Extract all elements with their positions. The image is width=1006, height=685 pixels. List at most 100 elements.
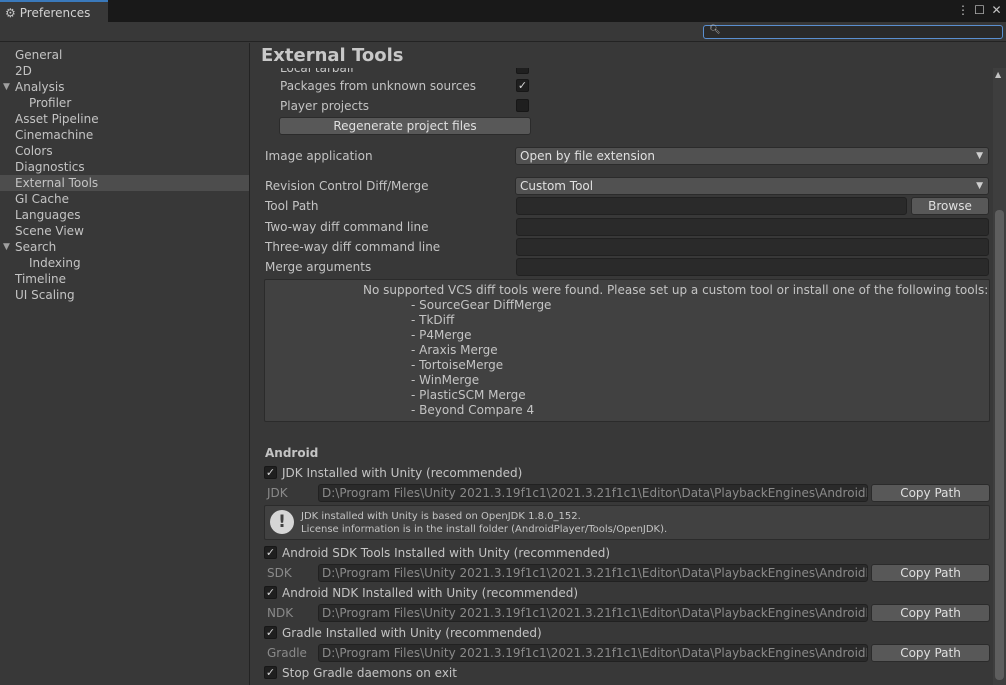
main-panel: Local tarball External Tools Packages fr…	[251, 43, 1006, 685]
sidebar-item-general[interactable]: General	[0, 47, 249, 63]
sidebar-item-label: Profiler	[29, 96, 72, 110]
close-icon[interactable]: ✕	[991, 3, 1002, 17]
sdk-copy-path-button[interactable]: Copy Path	[871, 564, 990, 582]
sidebar-item-ui-scaling[interactable]: UI Scaling	[0, 287, 249, 303]
vcs-tool-item: - SourceGear DiffMerge	[411, 298, 552, 312]
vcs-tool-item: - WinMerge	[411, 373, 480, 387]
expand-arrow-icon[interactable]: ▼	[3, 239, 10, 255]
image-application-value: Open by file extension	[520, 149, 655, 163]
sidebar-item-label: 2D	[15, 64, 32, 78]
packages-unknown-checkbox[interactable]: ✓	[516, 79, 529, 92]
gradle-installed-checkbox[interactable]: ✓	[264, 626, 277, 639]
browse-button[interactable]: Browse	[911, 197, 989, 215]
jdk-info-box: ! JDK installed with Unity is based on O…	[264, 505, 990, 540]
sdk-path-field: D:\Program Files\Unity 2021.3.19f1c1\202…	[318, 564, 868, 582]
ndk-path-label: NDK	[267, 606, 294, 620]
jdk-info-line: JDK installed with Unity is based on Ope…	[301, 511, 581, 522]
preferences-tab[interactable]: ⚙ Preferences	[0, 0, 108, 23]
ndk-installed-checkbox[interactable]: ✓	[264, 586, 277, 599]
revision-control-value: Custom Tool	[520, 179, 594, 193]
ndk-copy-path-button[interactable]: Copy Path	[871, 604, 990, 622]
vcs-tool-item: - Beyond Compare 4	[411, 403, 535, 417]
player-projects-checkbox[interactable]	[516, 99, 529, 112]
stop-gradle-checkbox[interactable]: ✓	[264, 666, 277, 679]
ndk-path-field: D:\Program Files\Unity 2021.3.19f1c1\202…	[318, 604, 868, 622]
sidebar-item-languages[interactable]: Languages	[0, 207, 249, 223]
expand-arrow-icon[interactable]: ▼	[3, 79, 10, 95]
sidebar-item-label: GI Cache	[15, 192, 69, 206]
search-input[interactable]: 🔍︎	[703, 25, 1003, 39]
sidebar-item-external-tools[interactable]: External Tools	[0, 175, 249, 191]
sidebar-item-asset-pipeline[interactable]: Asset Pipeline	[0, 111, 249, 127]
search-icon: 🔍︎	[709, 25, 721, 35]
vcs-tool-item: - TortoiseMerge	[411, 358, 504, 372]
sidebar-item-label: Asset Pipeline	[15, 112, 99, 126]
revision-control-dropdown[interactable]: Custom Tool ▼	[515, 177, 989, 195]
sidebar-item-label: UI Scaling	[15, 288, 75, 302]
title-bar: ⚙ Preferences ⋮ ☐ ✕	[0, 0, 1006, 23]
maximize-icon[interactable]: ☐	[974, 3, 985, 17]
vcs-tool-item: - P4Merge	[411, 328, 472, 342]
android-section-title: Android	[265, 446, 319, 460]
sidebar-item-label: Languages	[15, 208, 81, 222]
vcs-tool-item: - PlasticSCM Merge	[411, 388, 526, 402]
tool-path-label: Tool Path	[265, 199, 319, 213]
vertical-scrollbar[interactable]: ▲	[993, 68, 1006, 685]
sidebar-item-profiler[interactable]: Profiler	[0, 95, 249, 111]
jdk-info-line: License information is in the install fo…	[301, 524, 668, 535]
sidebar-item-cinemachine[interactable]: Cinemachine	[0, 127, 249, 143]
sdk-installed-checkbox[interactable]: ✓	[264, 546, 277, 559]
vcs-help-message: No supported VCS diff tools were found. …	[363, 283, 989, 297]
scrollbar-thumb[interactable]	[995, 210, 1004, 680]
sidebar-item-label: Diagnostics	[15, 160, 85, 174]
sidebar-item-gi-cache[interactable]: GI Cache	[0, 191, 249, 207]
sidebar-item-label: Cinemachine	[15, 128, 94, 142]
gear-icon: ⚙	[5, 5, 16, 20]
sidebar-item-analysis[interactable]: ▼ Analysis	[0, 79, 249, 95]
image-application-dropdown[interactable]: Open by file extension ▼	[515, 147, 989, 165]
ndk-installed-label: Android NDK Installed with Unity (recomm…	[282, 586, 579, 600]
merge-arguments-input[interactable]	[516, 258, 989, 276]
gradle-installed-label: Gradle Installed with Unity (recommended…	[282, 626, 542, 640]
jdk-installed-checkbox[interactable]: ✓	[264, 466, 277, 479]
player-projects-label: Player projects	[280, 99, 370, 113]
sidebar-item-scene-view[interactable]: Scene View	[0, 223, 249, 239]
jdk-path-field: D:\Program Files\Unity 2021.3.19f1c1\202…	[318, 484, 868, 502]
three-way-diff-label: Three-way diff command line	[265, 240, 441, 254]
jdk-copy-path-button[interactable]: Copy Path	[871, 484, 990, 502]
sidebar-item-label: Colors	[15, 144, 53, 158]
merge-arguments-label: Merge arguments	[265, 260, 372, 274]
vcs-help-box: No supported VCS diff tools were found. …	[264, 279, 990, 422]
sidebar-item-label: Search	[15, 240, 57, 254]
sdk-path-label: SDK	[267, 566, 292, 580]
jdk-installed-label: JDK Installed with Unity (recommended)	[282, 466, 523, 480]
chevron-down-icon: ▼	[976, 181, 983, 191]
chevron-down-icon: ▼	[976, 151, 983, 161]
tab-title: Preferences	[19, 5, 91, 20]
regenerate-project-files-button[interactable]: Regenerate project files	[279, 117, 531, 135]
sdk-installed-label: Android SDK Tools Installed with Unity (…	[282, 546, 611, 560]
three-way-diff-input[interactable]	[516, 238, 989, 256]
sidebar-item-label: Analysis	[15, 80, 65, 94]
sidebar-item-colors[interactable]: Colors	[0, 143, 249, 159]
scroll-up-arrow-icon[interactable]: ▲	[995, 70, 1001, 79]
sidebar-item-diagnostics[interactable]: Diagnostics	[0, 159, 249, 175]
tool-path-input[interactable]	[516, 197, 907, 215]
revision-control-label: Revision Control Diff/Merge	[265, 179, 429, 193]
two-way-diff-input[interactable]	[516, 218, 989, 236]
sidebar-item-label: General	[15, 48, 63, 62]
search-row: 🔍︎	[0, 22, 1006, 42]
vcs-tool-item: - TkDiff	[411, 313, 455, 327]
sidebar-item-label: Indexing	[29, 256, 81, 270]
gradle-copy-path-button[interactable]: Copy Path	[871, 644, 990, 662]
sidebar-item-2d[interactable]: 2D	[0, 63, 249, 79]
sidebar-item-indexing[interactable]: Indexing	[0, 255, 249, 271]
sidebar-item-label: Timeline	[15, 272, 67, 286]
sidebar-item-search[interactable]: ▼ Search	[0, 239, 249, 255]
kebab-menu-icon[interactable]: ⋮	[957, 3, 969, 17]
sidebar-item-timeline[interactable]: Timeline	[0, 271, 249, 287]
page-title: External Tools	[261, 45, 412, 66]
stop-gradle-label: Stop Gradle daemons on exit	[282, 666, 457, 680]
jdk-path-label: JDK	[267, 486, 288, 500]
warning-icon: !	[270, 510, 294, 534]
